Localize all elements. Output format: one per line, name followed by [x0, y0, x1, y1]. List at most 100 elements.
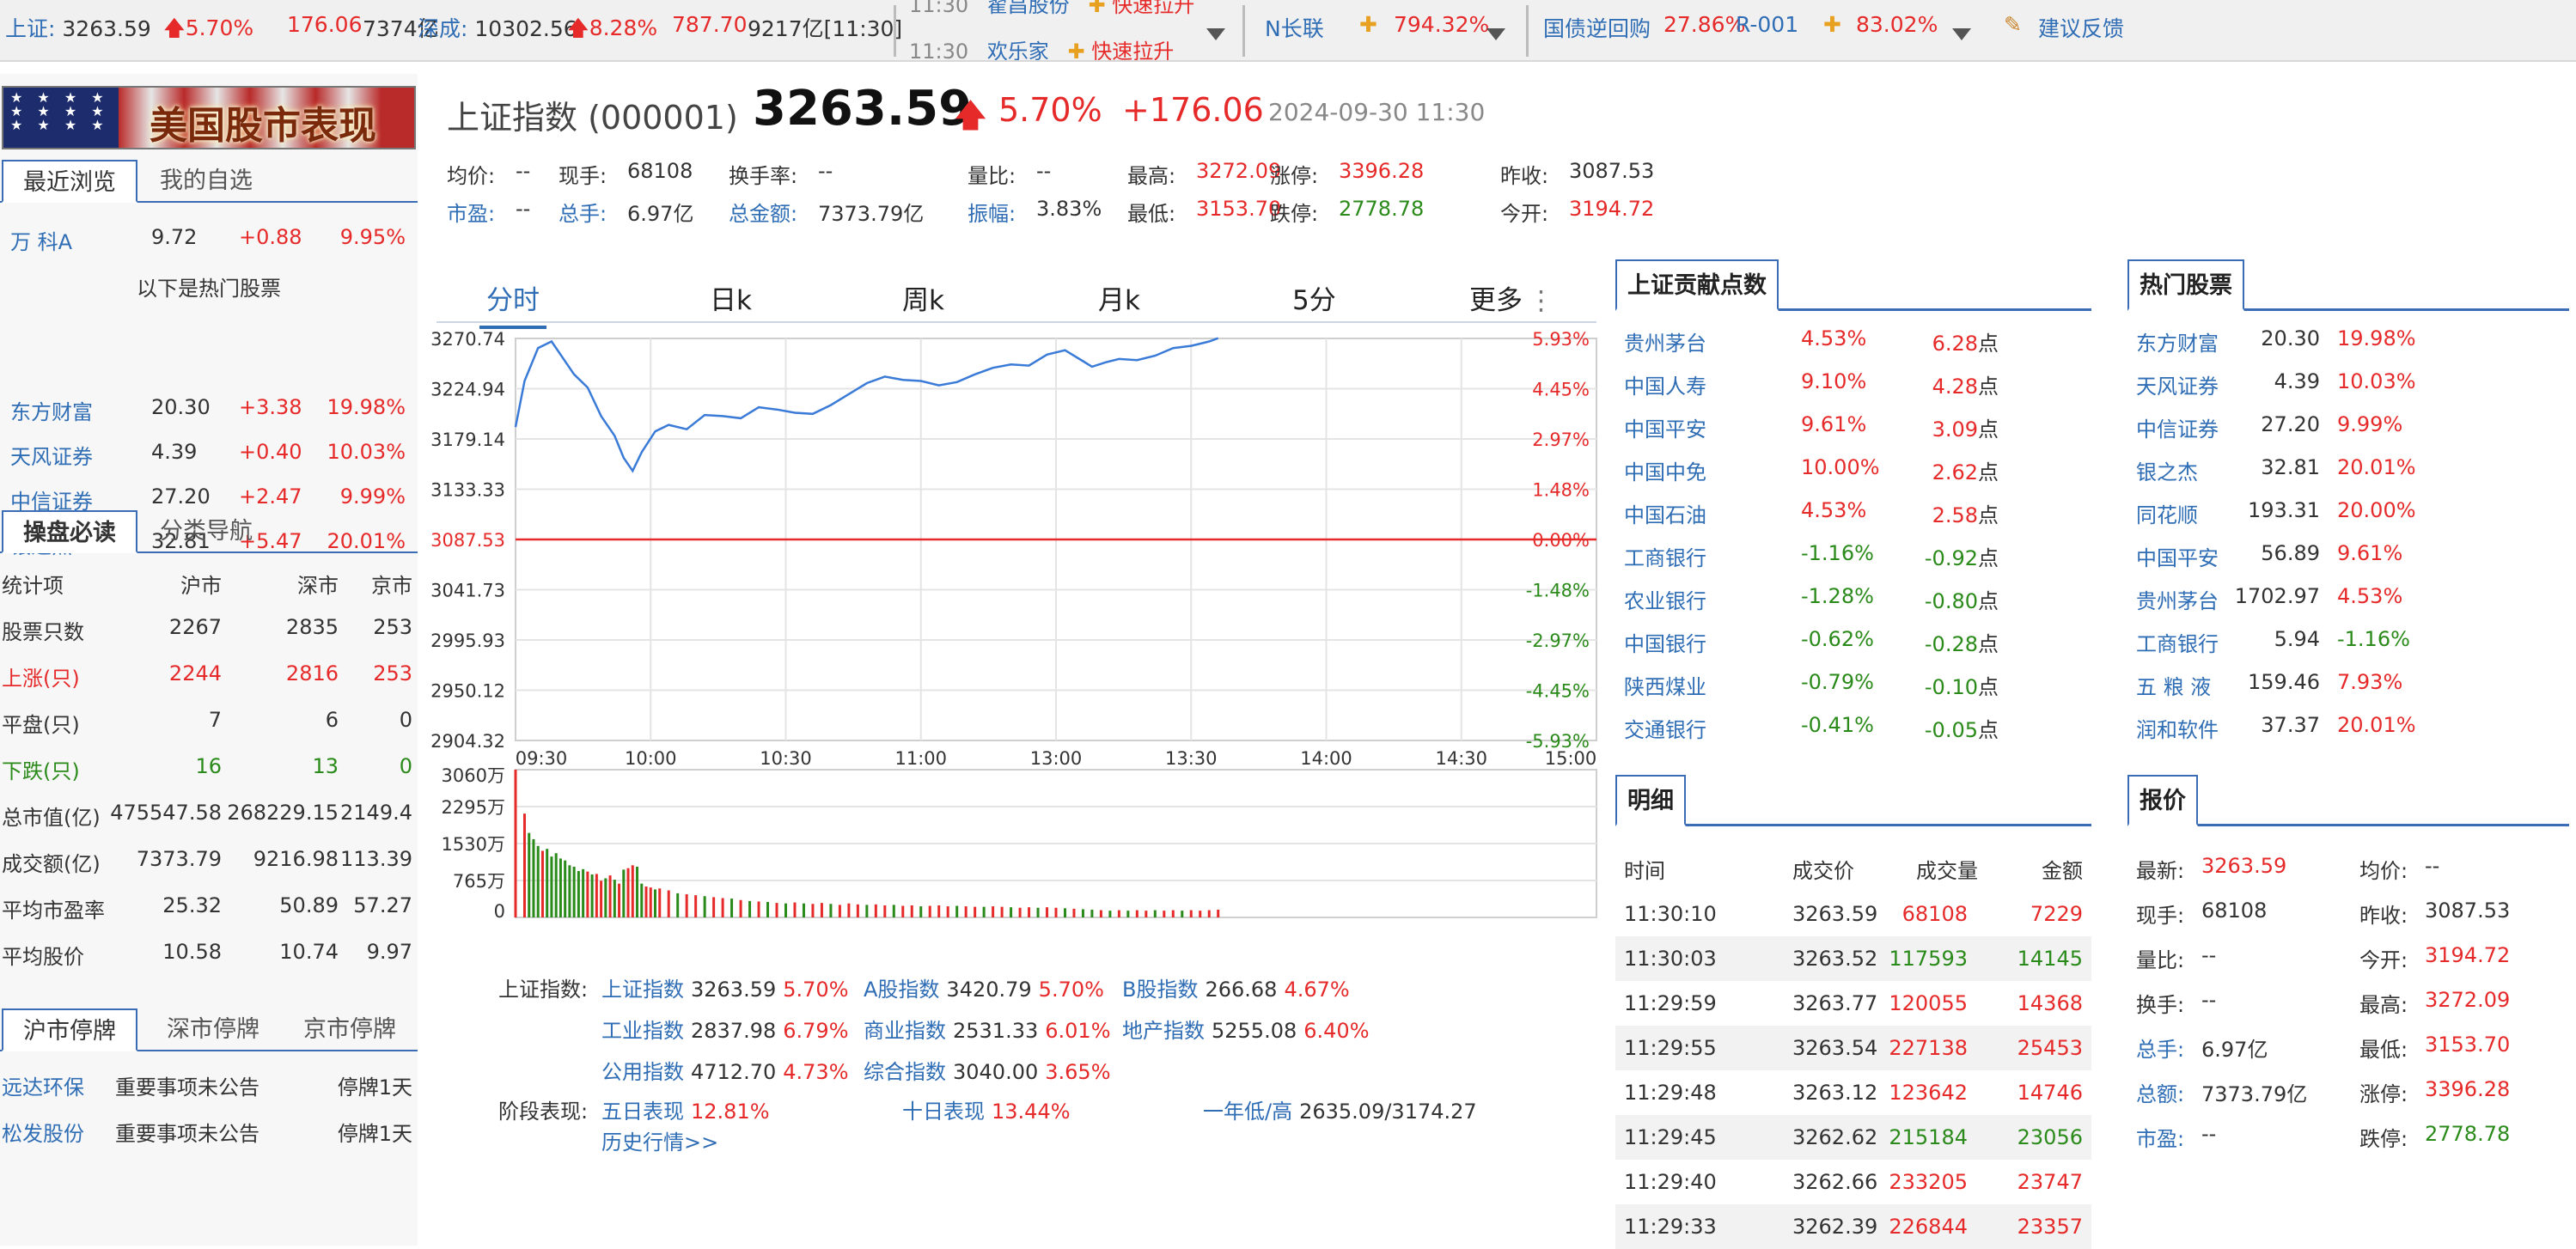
stock-name[interactable]: 农业银行 — [1624, 584, 1706, 614]
stage-link[interactable]: 五日表现 — [601, 1100, 684, 1124]
contrib-title[interactable]: 上证贡献点数 — [1615, 259, 1779, 311]
stock-name[interactable]: 贵州茅台 — [2136, 584, 2219, 614]
stock-name[interactable]: 远达环保 — [2, 1070, 84, 1100]
stage-item[interactable]: 十日表现13.44% — [902, 1094, 1071, 1124]
index-item[interactable]: 工业指数2837.986.79% — [601, 1014, 849, 1044]
tab-sh-suspend[interactable]: 沪市停牌 — [2, 1008, 137, 1051]
index-link[interactable]: B股指数 — [1122, 978, 1198, 1002]
stock-name[interactable]: 松发股份 — [2, 1117, 84, 1147]
stock-name[interactable]: 中国平安 — [2136, 541, 2219, 571]
news-item[interactable]: 11:30 欢乐家 ✚ 快速拉升 — [909, 34, 1174, 62]
stock-name[interactable]: 天风证券 — [10, 440, 93, 470]
tab-chart-3[interactable]: 月k — [1091, 278, 1147, 326]
contrib-row[interactable]: 中国人寿9.10%4.28点 — [1615, 369, 2091, 404]
hot-stock-row[interactable]: 中信证券27.209.99% — [2127, 412, 2569, 447]
contrib-row[interactable]: 中国石油4.53%2.58点 — [1615, 498, 2091, 533]
plus-icon[interactable]: ✚ — [1823, 12, 1841, 37]
index-item[interactable]: A股指数3420.795.70% — [864, 972, 1104, 1002]
tab-category-nav[interactable]: 分类导航 — [137, 510, 275, 553]
stock-name[interactable]: 陕西煤业 — [1624, 670, 1706, 700]
tab-essentials[interactable]: 操盘必读 — [2, 510, 137, 553]
stage-link[interactable]: 十日表现 — [902, 1100, 985, 1124]
hot-stock-row[interactable]: 同花顺193.3120.00% — [2127, 498, 2569, 533]
stock-name[interactable]: 银之杰 — [2136, 455, 2198, 485]
tab-recent[interactable]: 最近浏览 — [2, 160, 137, 203]
stock-name[interactable]: 东方财富 — [10, 395, 93, 425]
stock-name[interactable]: 工商银行 — [2136, 627, 2219, 657]
index-item[interactable]: 公用指数4712.704.73% — [601, 1055, 849, 1085]
timeshare-chart[interactable]: 3270.745.93%3224.944.45%3179.142.97%3133… — [430, 330, 1607, 940]
hot-stock-row[interactable]: 银之杰32.8120.01% — [2127, 455, 2569, 490]
tab-chart-2[interactable]: 周k — [895, 278, 951, 326]
tab-chart-4[interactable]: 5分 — [1285, 278, 1343, 326]
stock-name[interactable]: 东方财富 — [2136, 326, 2219, 356]
field-label[interactable]: 总额: — [2136, 1077, 2184, 1107]
stock-name[interactable]: 中国中免 — [1624, 455, 1706, 485]
tab-chart-5[interactable]: 更多⋮ — [1462, 278, 1561, 326]
feedback-link[interactable]: 建议反馈 — [2038, 12, 2124, 43]
stage-item[interactable]: 五日表现12.81% — [601, 1094, 770, 1124]
hot-stock-row[interactable]: 润和软件37.3720.01% — [2127, 713, 2569, 747]
hot-stock-row[interactable]: 东方财富20.3019.98% — [2127, 326, 2569, 361]
tab-watchlist[interactable]: 我的自选 — [137, 160, 275, 203]
index-item[interactable]: 综合指数3040.003.65% — [864, 1055, 1111, 1085]
contrib-row[interactable]: 陕西煤业-0.79%-0.10点 — [1615, 670, 2091, 704]
stock-name[interactable]: 工商银行 — [1624, 541, 1706, 571]
index-link[interactable]: 公用指数 — [601, 1060, 684, 1084]
field-label[interactable]: 总手: — [2136, 1033, 2184, 1063]
chevron-down-icon[interactable] — [1206, 21, 1225, 46]
plus-icon[interactable]: ✚ — [1359, 12, 1377, 37]
tab-bj-suspend[interactable]: 京市停牌 — [282, 1008, 418, 1051]
stock-name[interactable]: 中国石油 — [1624, 498, 1706, 528]
stock-name[interactable]: 中国人寿 — [1624, 369, 1706, 399]
index-link[interactable]: A股指数 — [864, 978, 939, 1002]
hot-stock-row[interactable]: 五 粮 液159.467.93% — [2127, 670, 2569, 704]
news-scroller[interactable]: 11:30 翟昌股份 ✚ 快速拉升 11:30 欢乐家 ✚ 快速拉升 — [909, 0, 1201, 62]
index-link[interactable]: 商业指数 — [864, 1019, 946, 1043]
index-item[interactable]: 商业指数2531.336.01% — [864, 1014, 1111, 1044]
hot-stock-row[interactable]: 天风证券4.3910.03% — [2127, 369, 2569, 404]
repo-link[interactable]: 国债逆回购 — [1543, 12, 1651, 43]
price-title[interactable]: 报价 — [2127, 775, 2198, 826]
index-link[interactable]: 地产指数 — [1122, 1019, 1205, 1043]
sz-index-ticker[interactable]: 深成: 10302.56 — [418, 12, 577, 43]
field-label[interactable]: 总手: — [559, 197, 607, 227]
contrib-row[interactable]: 工商银行-1.16%-0.92点 — [1615, 541, 2091, 576]
index-item[interactable]: 上证指数3263.595.70% — [601, 972, 849, 1002]
stock-name[interactable]: 贵州茅台 — [1624, 326, 1706, 356]
hot-stocks-title[interactable]: 热门股票 — [2127, 259, 2244, 311]
us-market-banner[interactable]: ★ ★ ★ ★ ★ ★ ★ ★ ★ ★ ★ ★ 美国股市表现 — [2, 86, 416, 149]
contrib-row[interactable]: 贵州茅台4.53%6.28点 — [1615, 326, 2091, 361]
stock-name[interactable]: 中国平安 — [1624, 412, 1706, 442]
chevron-down-icon[interactable] — [1486, 21, 1505, 46]
contrib-row[interactable]: 中国平安9.61%3.09点 — [1615, 412, 2091, 447]
tab-sz-suspend[interactable]: 深市停牌 — [144, 1008, 282, 1051]
history-link[interactable]: 历史行情>> — [601, 1125, 718, 1155]
stock-name[interactable]: 天风证券 — [2136, 369, 2219, 399]
year-label[interactable]: 一年低/高 — [1203, 1100, 1292, 1124]
contrib-row[interactable]: 交通银行-0.41%-0.05点 — [1615, 713, 2091, 747]
contrib-row[interactable]: 农业银行-1.28%-0.80点 — [1615, 584, 2091, 618]
index-link[interactable]: 工业指数 — [601, 1019, 684, 1043]
stock-name[interactable]: 交通银行 — [1624, 713, 1706, 743]
field-label[interactable]: 振幅: — [968, 197, 1016, 227]
hot-stock-row[interactable]: 中国平安56.899.61% — [2127, 541, 2569, 576]
sh-index-ticker[interactable]: 上证: 3263.59 — [5, 12, 151, 43]
tab-chart-1[interactable]: 日k — [703, 278, 759, 326]
stock-name[interactable]: 同花顺 — [2136, 498, 2198, 528]
stock-name-link[interactable]: N长联 — [1265, 12, 1324, 43]
stock-name[interactable]: 中国银行 — [1624, 627, 1706, 657]
index-link[interactable]: 综合指数 — [864, 1060, 946, 1084]
index-item[interactable]: B股指数266.684.67% — [1122, 972, 1350, 1002]
tab-chart-0[interactable]: 分时 — [479, 278, 546, 329]
detail-title[interactable]: 明细 — [1615, 775, 1686, 826]
news-item[interactable]: 11:30 翟昌股份 ✚ 快速拉升 — [909, 0, 1194, 18]
chevron-down-icon[interactable] — [1952, 21, 1971, 46]
field-label[interactable]: 市盈: — [2136, 1122, 2184, 1152]
stock-name[interactable]: 润和软件 — [2136, 713, 2219, 743]
stock-name[interactable]: 中信证券 — [2136, 412, 2219, 442]
index-item[interactable]: 地产指数5255.086.40% — [1122, 1014, 1370, 1044]
field-label[interactable]: 市盈: — [447, 197, 495, 227]
repo-code-link[interactable]: R-001 — [1736, 12, 1798, 37]
stock-name[interactable]: 五 粮 液 — [2136, 670, 2211, 700]
